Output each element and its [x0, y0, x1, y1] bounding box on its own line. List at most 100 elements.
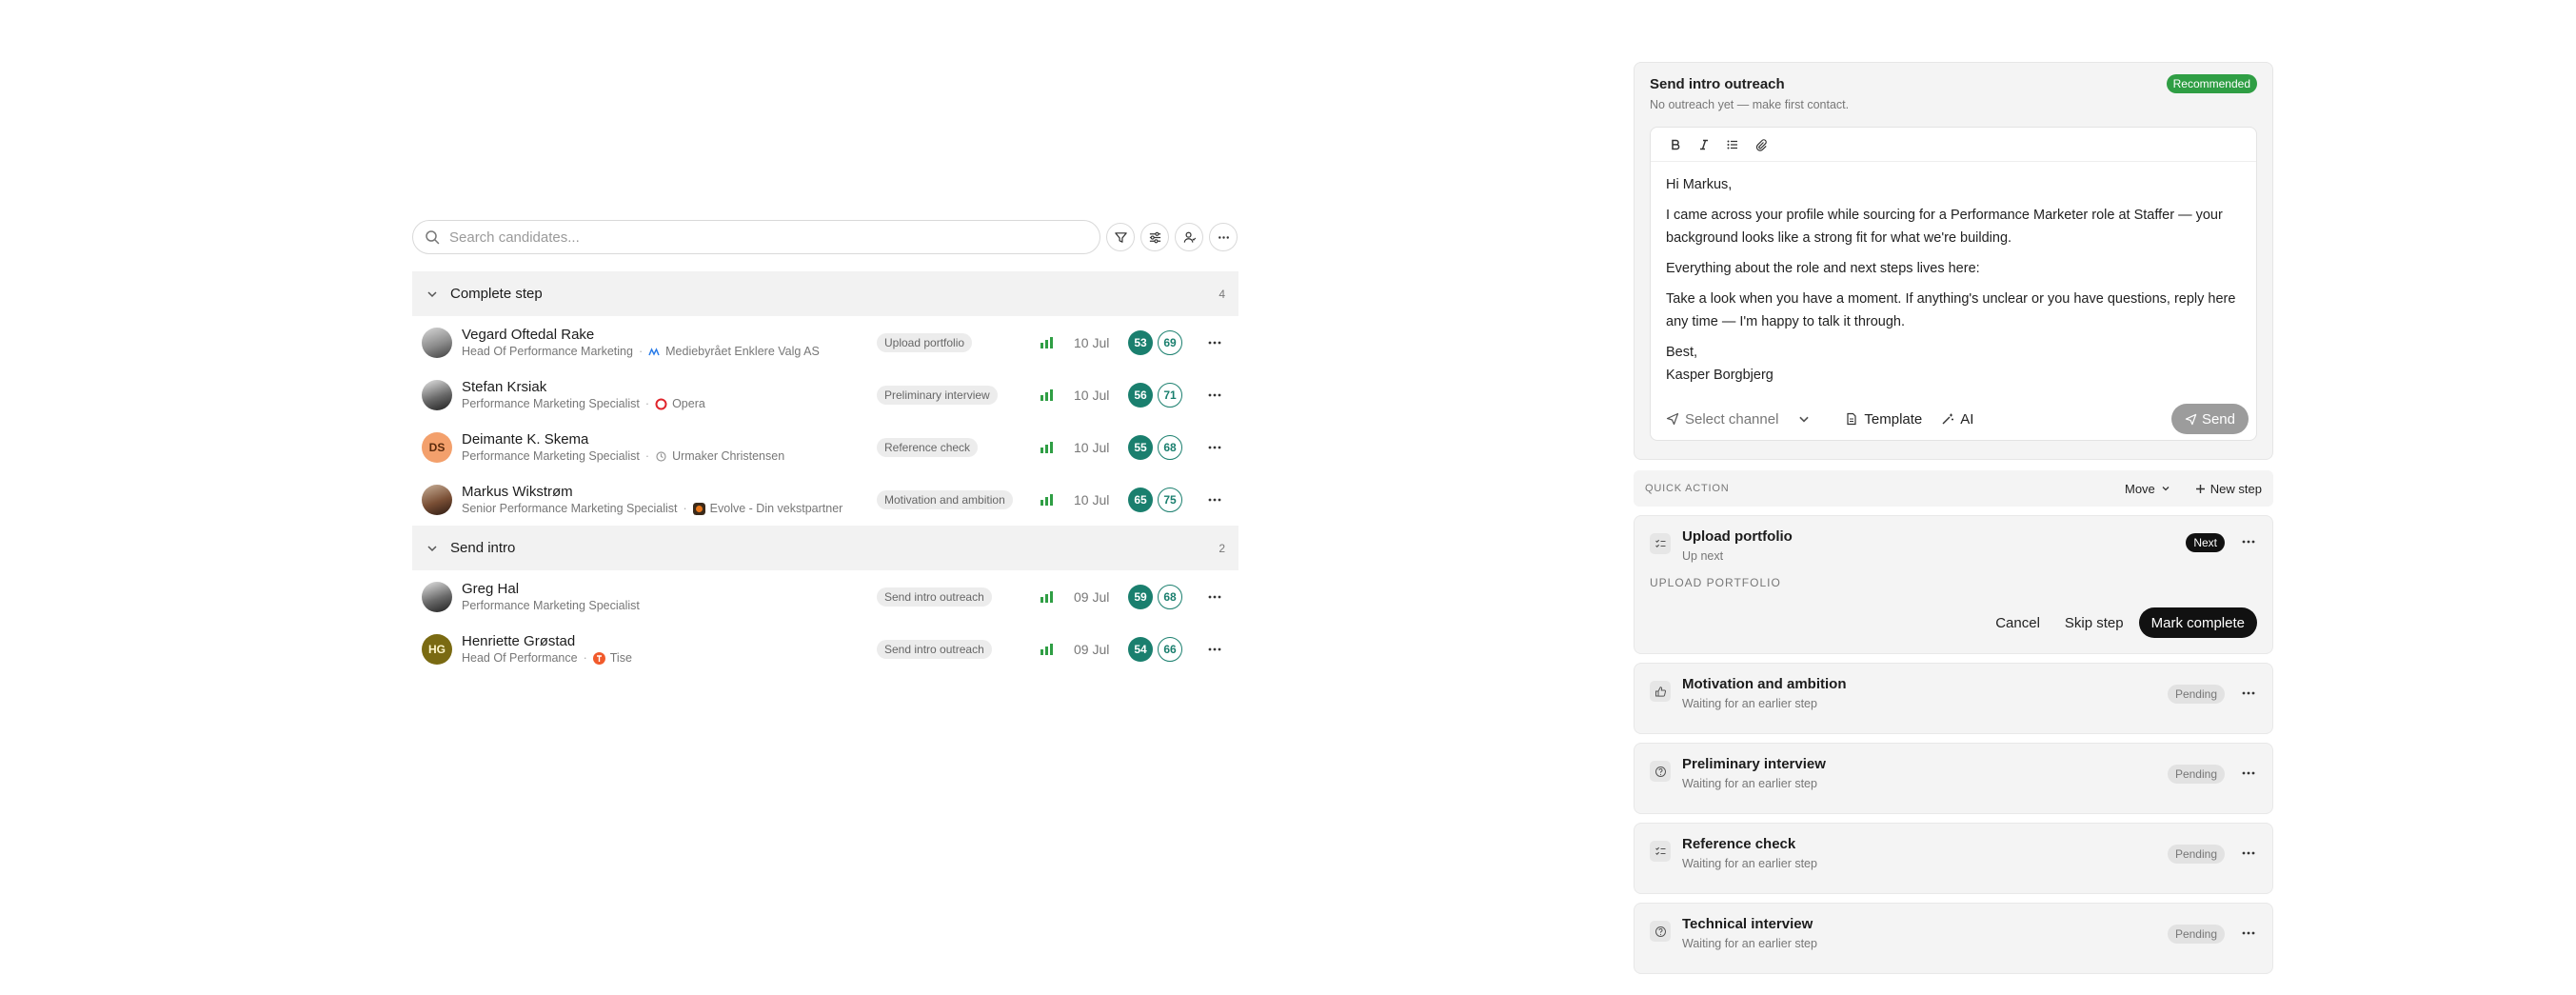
step-more-button[interactable] [2240, 845, 2257, 862]
score-badge-secondary: 68 [1158, 584, 1182, 609]
score-badge-secondary: 75 [1158, 487, 1182, 512]
step-card-pending[interactable]: Reference check Waiting for an earlier s… [1634, 823, 2273, 894]
move-dropdown[interactable]: Move [2125, 482, 2170, 496]
more-icon [1208, 341, 1221, 344]
avatar [422, 379, 452, 410]
candidate-row[interactable]: Vegard Oftedal Rake Head Of Performance … [412, 316, 1238, 368]
chevron-down-icon [427, 545, 437, 551]
score-badge-primary: 54 [1128, 636, 1153, 662]
recommended-badge: Recommended [2166, 74, 2257, 93]
chevron-down-icon [2162, 487, 2170, 491]
step-subtitle: Waiting for an earlier step [1682, 777, 1817, 790]
row-more-button[interactable] [1206, 491, 1223, 508]
candidate-row[interactable]: Greg Hal Performance Marketing Specialis… [412, 570, 1238, 623]
candidate-row[interactable]: Markus Wikstrøm Senior Performance Marke… [412, 473, 1238, 526]
assign-user-button[interactable] [1175, 223, 1203, 251]
company-logo-icon [655, 398, 667, 409]
score-badge-secondary: 68 [1158, 434, 1182, 460]
step-title: Upload portfolio [1682, 528, 1793, 545]
more-icon [2242, 771, 2255, 775]
channel-select[interactable]: Select channel [1666, 411, 1816, 428]
italic-button[interactable] [1691, 131, 1717, 158]
message-body[interactable]: Hi Markus, I came across your profile wh… [1651, 162, 2256, 387]
chevron-down-icon [1799, 416, 1810, 423]
step-card-pending[interactable]: Motivation and ambition Waiting for an e… [1634, 663, 2273, 734]
row-more-button[interactable] [1206, 387, 1223, 404]
more-options-button[interactable] [1209, 223, 1238, 251]
list-icon [1727, 140, 1737, 149]
bullet-list-button[interactable] [1719, 131, 1746, 158]
more-icon [2242, 691, 2255, 695]
row-more-button[interactable] [1206, 439, 1223, 456]
send-icon [2185, 413, 2197, 425]
filter-button[interactable] [1106, 223, 1135, 251]
step-more-button[interactable] [2240, 925, 2257, 942]
search-box[interactable] [412, 220, 1100, 254]
score-badge-secondary: 66 [1158, 636, 1182, 662]
bold-button[interactable] [1662, 131, 1689, 158]
stage-badge: Send intro outreach [877, 587, 992, 607]
date-label: 09 Jul [1074, 588, 1110, 605]
send-button[interactable]: Send [2170, 404, 2249, 434]
company-logo-icon [592, 651, 605, 665]
user-icon [1183, 231, 1196, 243]
attach-button[interactable] [1748, 131, 1774, 158]
sort-settings-button[interactable] [1140, 223, 1169, 251]
company-logo-icon [692, 502, 705, 515]
group-header-send-intro[interactable]: Send intro 2 [412, 526, 1238, 570]
signal-bars-icon [1040, 336, 1053, 348]
step-card-active[interactable]: Upload portfolio Up next Next UPLOAD POR… [1634, 515, 2273, 654]
step-title: Preliminary interview [1682, 756, 1826, 772]
outreach-title: Send intro outreach [1650, 75, 1785, 92]
filter-icon [1114, 231, 1127, 243]
score-badge-primary: 56 [1128, 382, 1153, 408]
row-more-button[interactable] [1206, 334, 1223, 351]
question-icon [1650, 761, 1671, 782]
candidate-name: Greg Hal [462, 580, 520, 597]
step-subtitle: Waiting for an earlier step [1682, 857, 1817, 870]
step-more-button[interactable] [2240, 765, 2257, 782]
search-toolbar [412, 219, 1238, 255]
candidate-company: Mediebyrået Enklere Valg AS [665, 344, 820, 358]
ai-button[interactable]: AI [1941, 411, 1973, 428]
date-label: 09 Jul [1074, 641, 1110, 657]
candidate-row[interactable]: HG Henriette Grøstad Head Of Performance… [412, 623, 1238, 675]
candidate-title: Performance Marketing Specialist [462, 598, 640, 612]
step-more-button[interactable] [2240, 533, 2257, 550]
avatar [422, 327, 452, 358]
ai-label: AI [1960, 410, 1974, 428]
message-editor[interactable]: Hi Markus, I came across your profile wh… [1650, 127, 2257, 441]
group-header-complete-step[interactable]: Complete step 4 [412, 271, 1238, 316]
italic-icon [1700, 139, 1708, 149]
cancel-button[interactable]: Cancel [1995, 615, 2040, 631]
chevron-down-icon [427, 290, 437, 297]
pending-badge: Pending [2167, 925, 2225, 944]
step-card-pending[interactable]: Preliminary interview Waiting for an ear… [1634, 743, 2273, 814]
candidate-name: Vegard Oftedal Rake [462, 326, 595, 343]
step-more-button[interactable] [2240, 685, 2257, 702]
step-card-pending[interactable]: Technical interview Waiting for an earli… [1634, 903, 2273, 974]
avatar: HG [422, 633, 452, 665]
message-paragraph: Everything about the role and next steps… [1666, 261, 1980, 276]
stage-badge: Preliminary interview [877, 385, 998, 405]
row-more-button[interactable] [1206, 588, 1223, 606]
more-icon [1218, 235, 1229, 239]
candidate-title: Senior Performance Marketing Specialist [462, 501, 678, 515]
candidate-row[interactable]: Stefan Krsiak Performance Marketing Spec… [412, 368, 1238, 421]
candidate-title: Performance Marketing Specialist [462, 448, 640, 463]
new-step-button[interactable]: New step [2195, 482, 2262, 496]
candidate-row[interactable]: DS Deimante K. Skema Performance Marketi… [412, 421, 1238, 473]
message-signature: Kasper Borgbjerg [1666, 368, 1773, 383]
send-channel-icon [1666, 412, 1679, 426]
template-button[interactable]: Template [1845, 411, 1922, 428]
mark-complete-button[interactable]: Mark complete [2138, 607, 2257, 638]
message-paragraph: Take a look when you have a moment. If a… [1666, 291, 2236, 329]
skip-step-button[interactable]: Skip step [2065, 615, 2124, 631]
outreach-card: Send intro outreach Recommended No outre… [1634, 62, 2273, 460]
step-subtitle: Waiting for an earlier step [1682, 697, 1817, 710]
signal-bars-icon [1040, 590, 1053, 603]
search-input[interactable] [449, 229, 1059, 246]
score-badge-secondary: 71 [1158, 382, 1182, 408]
row-more-button[interactable] [1206, 641, 1223, 658]
step-title: Motivation and ambition [1682, 676, 1847, 692]
